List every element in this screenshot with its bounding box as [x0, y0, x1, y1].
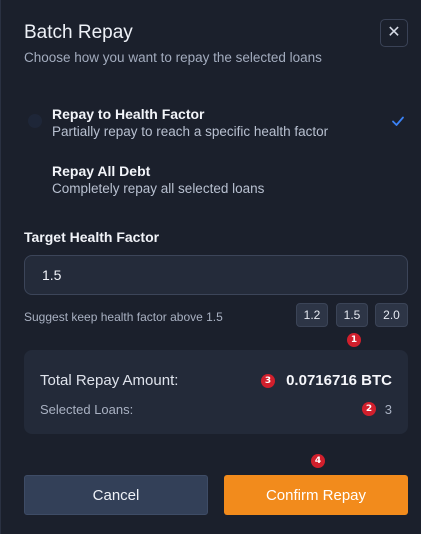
preset-button-1-5[interactable]: 1.5	[336, 303, 368, 327]
option-title: Repay to Health Factor	[52, 106, 205, 122]
close-icon: ✕	[387, 24, 401, 41]
close-button[interactable]: ✕	[380, 19, 408, 47]
preset-button-1-2[interactable]: 1.2	[296, 303, 328, 327]
check-icon	[392, 116, 404, 126]
confirm-repay-button[interactable]: Confirm Repay	[224, 475, 408, 515]
radio-indicator	[28, 114, 42, 128]
batch-repay-dialog: Batch Repay Choose how you want to repay…	[0, 0, 421, 534]
repay-summary-panel: Total Repay Amount: 0.0716716 BTC Select…	[24, 350, 408, 434]
option-title: Repay All Debt	[52, 163, 151, 179]
option-repay-all-debt[interactable]: Repay All Debt Completely repay all sele…	[24, 157, 407, 205]
target-health-factor-input[interactable]	[24, 255, 408, 295]
dialog-subtitle: Choose how you want to repay the selecte…	[24, 50, 322, 65]
preset-button-2-0[interactable]: 2.0	[375, 303, 408, 327]
annotation-badge-1: 1	[347, 333, 361, 347]
selected-loans-label: Selected Loans:	[40, 402, 134, 417]
cancel-button[interactable]: Cancel	[24, 475, 208, 515]
target-health-factor-label: Target Health Factor	[24, 229, 160, 245]
total-repay-value: 0.0716716 BTC	[286, 372, 392, 389]
health-factor-hint: Suggest keep health factor above 1.5	[24, 310, 223, 324]
option-description: Completely repay all selected loans	[52, 181, 265, 196]
dialog-title: Batch Repay	[24, 22, 133, 43]
option-repay-to-health-factor[interactable]: Repay to Health Factor Partially repay t…	[24, 100, 407, 148]
annotation-badge-3: 3	[261, 374, 275, 388]
annotation-badge-2: 2	[362, 402, 376, 416]
annotation-badge-4: 4	[311, 454, 325, 468]
selected-loans-value: 3	[384, 402, 392, 417]
option-description: Partially repay to reach a specific heal…	[52, 124, 329, 139]
total-repay-label: Total Repay Amount:	[40, 372, 179, 389]
